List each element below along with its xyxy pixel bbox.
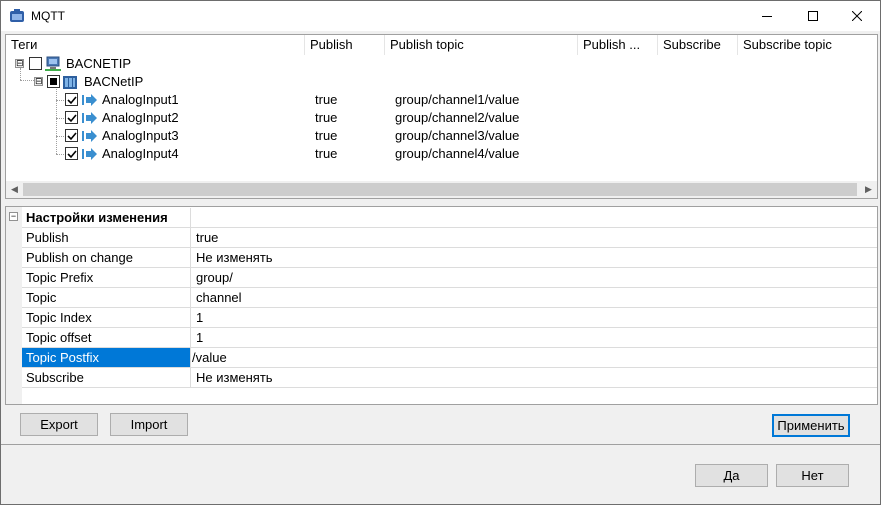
property-row-topic-postfix[interactable]: Topic Postfix /value	[22, 348, 877, 368]
publish-topic-cell: group/channel2/value	[395, 110, 520, 125]
property-row-topic[interactable]: Topic channel	[22, 288, 877, 308]
tree-node-label: AnalogInput4	[102, 146, 179, 161]
column-header-publish-more[interactable]: Publish ...	[578, 35, 658, 55]
scroll-left-icon[interactable]: ◀	[6, 181, 23, 198]
publish-topic-cell: group/channel1/value	[395, 92, 520, 107]
property-grid[interactable]: − Настройки изменения Publish true Publi…	[5, 206, 878, 405]
item-checkbox[interactable]	[65, 111, 78, 124]
mqtt-dialog: MQTT Теги Publish Publish topic Publish …	[0, 0, 881, 505]
publish-topic-cell: group/channel3/value	[395, 128, 520, 143]
property-category[interactable]: Настройки изменения	[22, 208, 877, 228]
tag-arrow-icon	[82, 130, 97, 142]
publish-cell: true	[315, 92, 338, 107]
ok-button[interactable]: Да	[695, 464, 768, 487]
column-header-subscribe-topic[interactable]: Subscribe topic	[738, 35, 877, 55]
network-computer-icon	[45, 56, 61, 71]
property-name: Topic Index	[22, 308, 191, 327]
tree-node-bacnetip-device[interactable]: ⊟ BACNetIP	[6, 73, 877, 91]
property-name: Topic offset	[22, 328, 191, 347]
property-row-topic-prefix[interactable]: Topic Prefix group/	[22, 268, 877, 288]
collapse-icon[interactable]: −	[9, 212, 18, 221]
maximize-icon	[808, 11, 818, 21]
property-row-publish[interactable]: Publish true	[22, 228, 877, 248]
horizontal-scrollbar[interactable]: ◀ ▶	[6, 181, 877, 198]
category-label: Настройки изменения	[22, 208, 191, 227]
minimize-icon	[762, 16, 772, 17]
column-header-tags[interactable]: Теги	[6, 35, 305, 55]
item-checkbox[interactable]	[65, 147, 78, 160]
close-button[interactable]	[834, 1, 880, 31]
property-name: Topic Postfix	[22, 348, 191, 367]
device-checkbox[interactable]	[47, 75, 60, 88]
footer-divider	[1, 444, 880, 445]
import-button[interactable]: Import	[110, 413, 188, 436]
tag-arrow-icon	[82, 94, 97, 106]
property-value[interactable]: channel	[192, 288, 242, 307]
scroll-right-icon[interactable]: ▶	[860, 181, 877, 198]
property-name: Publish	[22, 228, 191, 247]
property-value[interactable]: 1	[192, 328, 203, 347]
column-header-publish[interactable]: Publish	[305, 35, 385, 55]
tree-node-analog-input[interactable]: AnalogInput3 true group/channel3/value	[6, 127, 877, 145]
property-value[interactable]: true	[192, 228, 218, 247]
property-name: Topic	[22, 288, 191, 307]
property-name: Topic Prefix	[22, 268, 191, 287]
tree-node-label: AnalogInput2	[102, 110, 179, 125]
check-icon	[67, 150, 77, 159]
publish-cell: true	[315, 110, 338, 125]
publish-cell: true	[315, 128, 338, 143]
tree-node-analog-input[interactable]: AnalogInput2 true group/channel2/value	[6, 109, 877, 127]
tree-node-label: AnalogInput1	[102, 92, 179, 107]
title-bar: MQTT	[1, 1, 880, 31]
property-row-topic-offset[interactable]: Topic offset 1	[22, 328, 877, 348]
collapse-icon[interactable]: ⊟	[34, 77, 43, 86]
close-icon	[852, 11, 862, 21]
tag-arrow-icon	[82, 112, 97, 124]
column-header-subscribe[interactable]: Subscribe	[658, 35, 738, 55]
column-header-publish-topic[interactable]: Publish topic	[385, 35, 578, 55]
property-value[interactable]: Не изменять	[192, 248, 273, 267]
window-title: MQTT	[31, 9, 65, 23]
check-icon	[67, 132, 77, 141]
item-checkbox[interactable]	[65, 129, 78, 142]
scrollbar-thumb[interactable]	[23, 183, 857, 196]
apply-button[interactable]: Применить	[772, 414, 850, 437]
tree-node-bacnetip-root[interactable]: ⊟ BACNETIP	[6, 55, 877, 73]
tags-tree-list[interactable]: Теги Publish Publish topic Publish ... S…	[5, 34, 878, 199]
collapse-icon[interactable]: ⊟	[15, 59, 24, 68]
tree-node-label: AnalogInput3	[102, 128, 179, 143]
check-icon	[67, 114, 77, 123]
check-icon	[67, 96, 77, 105]
app-icon	[10, 9, 24, 22]
item-checkbox[interactable]	[65, 93, 78, 106]
publish-cell: true	[315, 146, 338, 161]
property-name: Subscribe	[22, 368, 191, 387]
property-row-publish-on-change[interactable]: Publish on change Не изменять	[22, 248, 877, 268]
property-value[interactable]: group/	[192, 268, 233, 287]
tree-node-label: BACNETIP	[66, 56, 132, 71]
property-name: Publish on change	[22, 248, 191, 267]
device-icon	[63, 76, 77, 89]
tag-arrow-icon	[82, 148, 97, 160]
property-grid-gutter: −	[6, 207, 22, 404]
tree-node-analog-input[interactable]: AnalogInput1 true group/channel1/value	[6, 91, 877, 109]
tree-node-analog-input[interactable]: AnalogInput4 true group/channel4/value	[6, 145, 877, 163]
property-row-subscribe[interactable]: Subscribe Не изменять	[22, 368, 877, 388]
property-value-editor[interactable]: /value	[191, 348, 227, 367]
root-checkbox[interactable]	[29, 57, 42, 70]
cancel-button[interactable]: Нет	[776, 464, 849, 487]
property-row-topic-index[interactable]: Topic Index 1	[22, 308, 877, 328]
maximize-button[interactable]	[790, 1, 836, 31]
minimize-button[interactable]	[744, 1, 790, 31]
export-button[interactable]: Export	[20, 413, 98, 436]
tree-node-label: BACNetIP	[84, 74, 144, 89]
publish-topic-cell: group/channel4/value	[395, 146, 520, 161]
property-value[interactable]: Не изменять	[192, 368, 273, 387]
property-value[interactable]: 1	[192, 308, 203, 327]
